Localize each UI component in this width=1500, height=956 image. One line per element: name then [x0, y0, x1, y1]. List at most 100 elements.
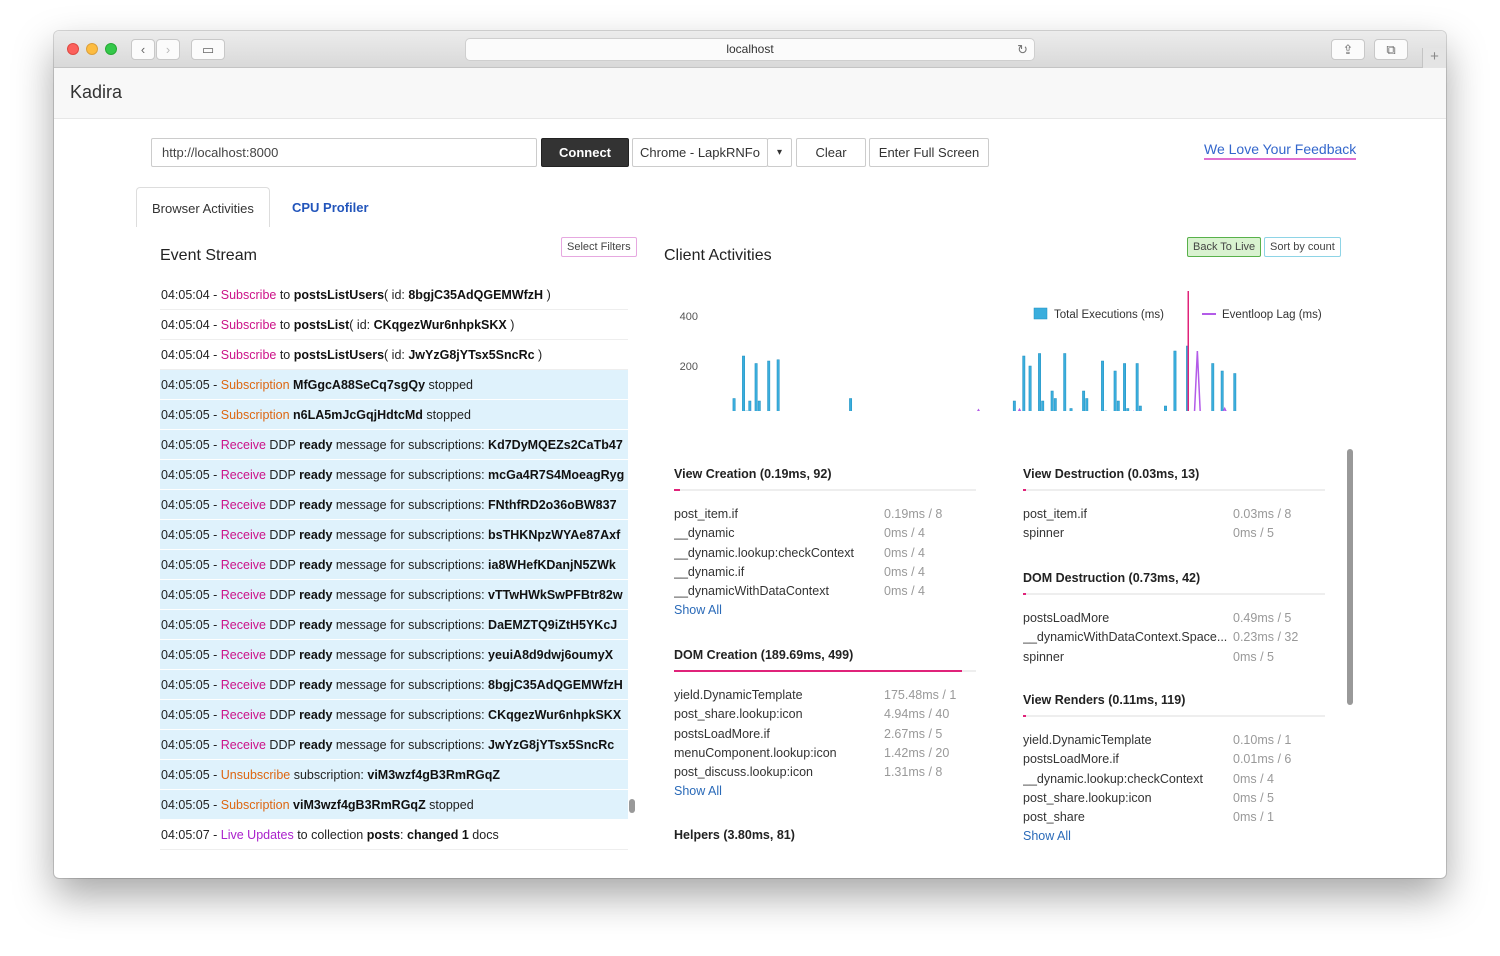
panel-row-name: yield.DynamicTemplate: [674, 688, 803, 702]
event-entity: mcGa4R7S4MoeagRyg: [488, 468, 625, 482]
event-row[interactable]: 04:05:04 - Subscribe to postsListUsers( …: [160, 340, 628, 370]
event-row[interactable]: 04:05:05 - Subscription viM3wzf4gB3RmRGq…: [160, 790, 628, 820]
event-time: 04:05:05 -: [161, 378, 221, 392]
panel-progress-bar: [1023, 715, 1325, 717]
panel-row-value: 0ms / 4: [884, 526, 925, 541]
event-row[interactable]: 04:05:05 - Receive DDP ready message for…: [160, 520, 628, 550]
connect-button[interactable]: Connect: [541, 138, 629, 167]
event-row[interactable]: 04:05:05 - Receive DDP ready message for…: [160, 430, 628, 460]
brand-title[interactable]: Kadira: [70, 82, 122, 103]
event-entity: ready: [299, 678, 333, 692]
event-time: 04:05:05 -: [161, 438, 221, 452]
close-window-button[interactable]: [67, 43, 79, 55]
forward-icon[interactable]: ›: [156, 39, 180, 60]
tab-cpu-profiler[interactable]: CPU Profiler: [277, 187, 384, 228]
panel-row-name: __dynamic.lookup:checkContext: [674, 545, 854, 560]
panel-row-name: post_item.if: [674, 507, 738, 521]
panel-row-name: post_item.if: [1023, 507, 1087, 521]
panel-row: post_share.lookup:icon 4.94ms / 40: [674, 705, 976, 724]
event-kind: Subscribe: [220, 288, 277, 302]
tab-browser-activities[interactable]: Browser Activities: [136, 187, 270, 228]
event-time: 04:05:05 -: [161, 678, 221, 692]
show-all-link[interactable]: Show All: [674, 782, 976, 801]
full-screen-button[interactable]: Enter Full Screen: [869, 138, 989, 167]
event-entity: viM3wzf4gB3RmRGqZ: [367, 768, 501, 782]
sort-by-count-button[interactable]: Sort by count: [1264, 237, 1341, 257]
event-row[interactable]: 04:05:05 - Unsubscribe subscription: viM…: [160, 760, 628, 790]
event-row[interactable]: 04:05:07 - Live Updates to collection po…: [160, 820, 628, 850]
event-row[interactable]: 04:05:04 - Subscribe to postsListUsers( …: [160, 280, 628, 310]
show-all-link[interactable]: Show All: [1023, 827, 1325, 846]
event-row[interactable]: 04:05:05 - Receive DDP ready message for…: [160, 580, 628, 610]
panel-row-value: 1.42ms / 20: [884, 745, 950, 760]
event-row[interactable]: 04:05:05 - Receive DDP ready message for…: [160, 640, 628, 670]
panel-progress-bar: [674, 670, 976, 672]
panel-row: menuComponent.lookup:icon 1.42ms / 20: [674, 744, 976, 763]
event-text: :: [400, 828, 407, 842]
event-row[interactable]: 04:05:05 - Receive DDP ready message for…: [160, 490, 628, 520]
execution-bar: [1053, 398, 1057, 417]
back-to-live-button[interactable]: Back To Live: [1187, 237, 1262, 257]
reload-icon[interactable]: ↻: [1017, 39, 1028, 60]
event-row[interactable]: 04:05:05 - Subscription n6LA5mJcGqjHdtcM…: [160, 400, 628, 430]
event-entity: Kd7DyMQEZs2CaTb47: [488, 438, 623, 452]
address-bar[interactable]: localhost ↻: [465, 38, 1035, 61]
event-text: DDP: [265, 468, 300, 482]
event-row[interactable]: 04:05:05 - Receive DDP ready message for…: [160, 460, 628, 490]
event-row[interactable]: 04:05:05 - Receive DDP ready message for…: [160, 700, 628, 730]
tabs-overview-icon[interactable]: ⧉: [1374, 39, 1408, 60]
panel-row-value: 2.67ms / 5: [884, 726, 943, 741]
panel-row: post_share.lookup:icon 0ms / 5: [1023, 789, 1325, 808]
target-select-button[interactable]: Chrome - LapkRNFo: [632, 138, 768, 167]
event-row[interactable]: 04:05:05 - Receive DDP ready message for…: [160, 610, 628, 640]
event-text: message for subscriptions:: [332, 558, 489, 572]
event-kind: Receive: [220, 708, 266, 722]
event-time: 04:05:05 -: [161, 468, 221, 482]
event-row[interactable]: 04:05:05 - Receive DDP ready message for…: [160, 550, 628, 580]
zoom-window-button[interactable]: [105, 43, 117, 55]
sidebar-icon[interactable]: ▭: [191, 39, 225, 60]
panel-row-name: postsLoadMore: [1023, 611, 1110, 625]
show-all-link[interactable]: Show All: [674, 601, 976, 620]
event-text: stopped: [425, 798, 474, 812]
panel-row: __dynamic.if 0ms / 4: [674, 563, 976, 582]
event-stream-list[interactable]: 04:05:04 - Subscribe to postsListUsers( …: [160, 280, 628, 850]
event-text: message for subscriptions:: [332, 438, 489, 452]
panel-row: __dynamic 0ms / 4: [674, 524, 976, 543]
event-time: 04:05:05 -: [161, 408, 221, 422]
event-time: 04:05:05 -: [161, 498, 221, 512]
execution-bar: [849, 398, 853, 417]
server-url-input[interactable]: http://localhost:8000: [151, 138, 537, 167]
share-icon[interactable]: ⇪: [1331, 39, 1365, 60]
event-entity: JwYzG8jYTsx5SncRc: [488, 738, 615, 752]
client-activities-chart[interactable]: 400200020001000016:03:3016:03:4516:04:00…: [664, 271, 1380, 437]
event-stream-scrollbar[interactable]: [629, 799, 635, 813]
panel-row-name: post_discuss.lookup:icon: [674, 765, 813, 780]
clear-button[interactable]: Clear: [796, 138, 866, 167]
feedback-link[interactable]: We Love Your Feedback: [1204, 141, 1357, 160]
event-entity: CKqgezWur6nhpkSKX: [373, 318, 507, 332]
event-text: message for subscriptions:: [332, 738, 489, 752]
event-text: to: [276, 288, 294, 302]
event-row[interactable]: 04:05:05 - Subscription MfGgcA88SeCq7sgQ…: [160, 370, 628, 400]
event-entity: postsList: [293, 318, 350, 332]
event-text: message for subscriptions:: [332, 708, 489, 722]
event-row[interactable]: 04:05:05 - Receive DDP ready message for…: [160, 730, 628, 760]
select-filters-button[interactable]: Select Filters: [561, 237, 637, 257]
panel-progress-fill: [674, 489, 680, 491]
panel-progress-bar: [674, 489, 976, 491]
event-entity: CKqgezWur6nhpkSKX: [488, 708, 622, 722]
panel-row: __dynamic.lookup:checkContext 0ms / 4: [674, 544, 976, 563]
minimize-window-button[interactable]: [86, 43, 98, 55]
event-text: to: [276, 348, 294, 362]
panel-row-value: 0ms / 4: [884, 584, 925, 599]
event-text: DDP: [265, 648, 300, 662]
panels-scrollbar[interactable]: [1347, 449, 1353, 705]
chevron-down-icon[interactable]: ▾: [767, 138, 792, 167]
event-row[interactable]: 04:05:05 - Receive DDP ready message for…: [160, 670, 628, 700]
event-row[interactable]: 04:05:04 - Subscribe to postsList( id: C…: [160, 310, 628, 340]
back-icon[interactable]: ‹: [131, 39, 155, 60]
event-kind: Subscription: [220, 798, 290, 812]
execution-bar: [1012, 400, 1016, 417]
new-tab-icon[interactable]: +: [1422, 48, 1446, 68]
